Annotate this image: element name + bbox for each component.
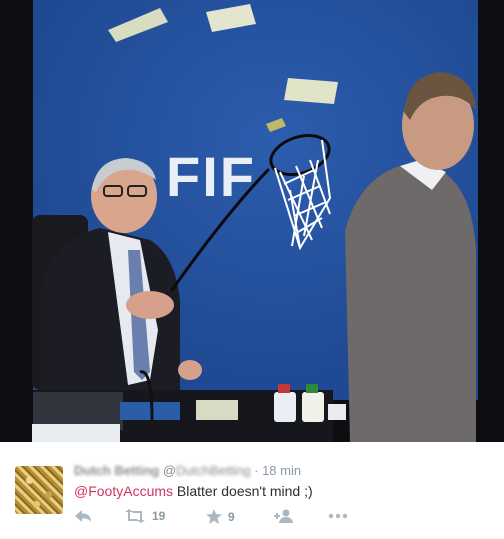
retweet-icon	[125, 509, 145, 523]
more-button[interactable]	[328, 513, 348, 519]
display-name[interactable]: Dutch Betting	[74, 463, 159, 478]
tweet-photo[interactable]: FIF	[0, 0, 504, 442]
timestamp[interactable]: 18 min	[262, 463, 301, 478]
handle-blurred: DutchBetting	[176, 463, 251, 478]
handle-prefix: @	[162, 463, 177, 478]
tweet-text: @FootyAccums Blatter doesn't mind ;)	[74, 483, 313, 499]
favorite-button[interactable]: 9	[206, 509, 235, 524]
follow-icon	[274, 509, 293, 523]
avatar[interactable]	[15, 466, 63, 514]
more-icon	[328, 513, 348, 519]
tweet-body: Blatter doesn't mind ;)	[173, 483, 313, 499]
star-icon	[206, 509, 222, 524]
separator: ·	[254, 463, 259, 478]
user-handle[interactable]: @DutchBetting	[163, 463, 251, 478]
mention-link[interactable]: @FootyAccums	[74, 483, 173, 499]
follow-button[interactable]	[274, 509, 294, 523]
retweet-button[interactable]: 19	[124, 509, 165, 523]
reply-button[interactable]	[74, 509, 92, 523]
favorite-count: 9	[228, 509, 235, 524]
retweet-count: 19	[152, 509, 166, 523]
tweet-header: Dutch Betting @DutchBetting · 18 min	[74, 463, 301, 478]
reply-icon	[75, 510, 91, 522]
